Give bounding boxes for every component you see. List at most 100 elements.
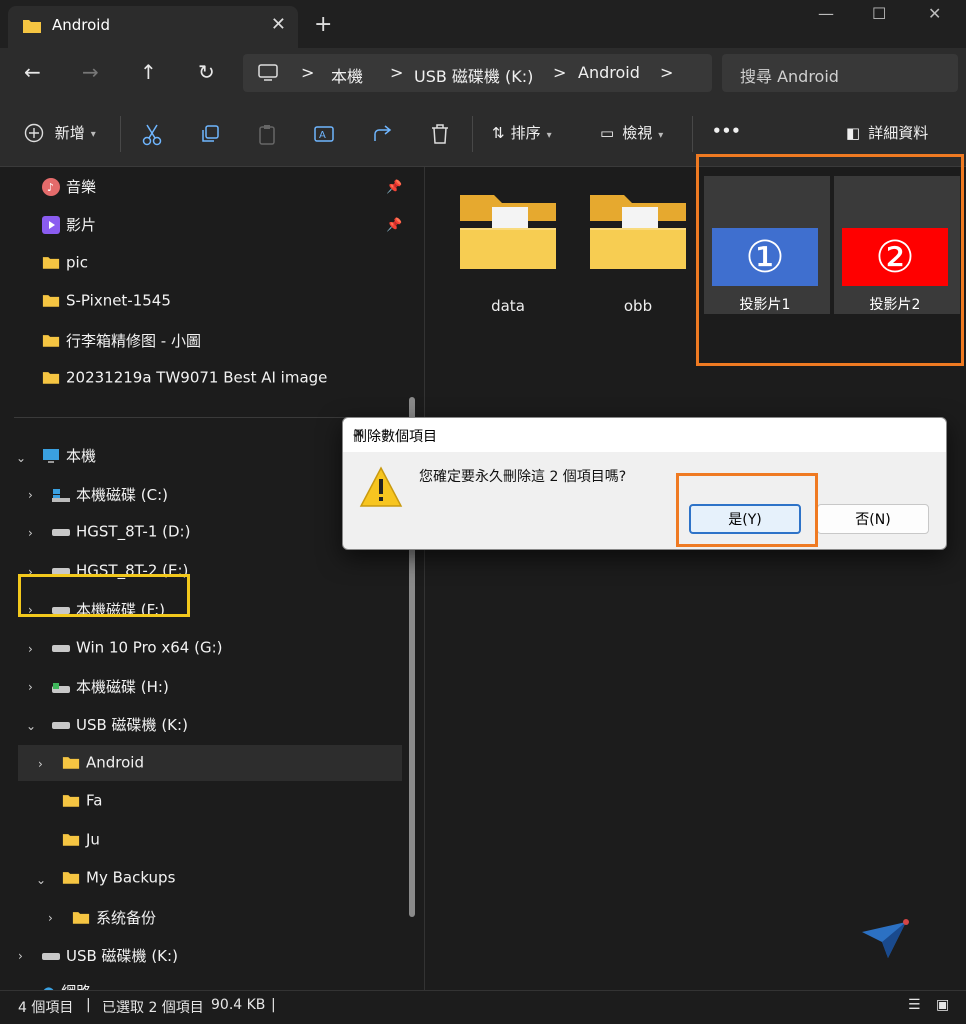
- pin-icon[interactable]: 📌: [386, 218, 402, 233]
- sidebar-item-drive-d[interactable]: HGST_8T-1 (D:): [52, 522, 190, 554]
- sidebar-item-my-backups[interactable]: My Backups: [62, 868, 175, 900]
- breadcrumb-usb[interactable]: USB 磁碟機 (K:): [414, 63, 533, 87]
- drive-icon: [52, 644, 70, 652]
- breadcrumb-android[interactable]: Android: [578, 63, 640, 82]
- sidebar-item-drive-h[interactable]: 本機磁碟 (H:): [52, 676, 169, 708]
- sidebar-item-usb-root[interactable]: USB 磁碟機 (K:): [42, 945, 178, 977]
- selection-size: 90.4 KB: [211, 997, 266, 1013]
- folder-icon: [62, 795, 80, 807]
- maximize-button[interactable]: ☐: [872, 4, 886, 23]
- drive-icon: [42, 952, 60, 960]
- forward-button[interactable]: →: [82, 60, 99, 84]
- details-label: 詳細資料: [868, 124, 929, 142]
- delete-icon[interactable]: [430, 123, 450, 145]
- back-button[interactable]: ←: [24, 60, 41, 84]
- drive-icon: [52, 528, 70, 536]
- sort-icon: ⇅: [492, 124, 505, 142]
- pin-icon[interactable]: 📌: [386, 180, 402, 195]
- dialog-message: 您確定要永久刪除這 2 個項目嗎?: [419, 469, 627, 485]
- chevron-down-icon[interactable]: ⌄: [16, 451, 26, 465]
- status-separator: |: [271, 997, 276, 1013]
- share-icon[interactable]: [372, 124, 394, 144]
- tab-title: Android: [52, 16, 110, 34]
- sidebar-item-videos[interactable]: 影片: [42, 214, 96, 246]
- chevron-right-icon[interactable]: ›: [28, 526, 33, 540]
- folder-item-obb[interactable]: obb: [578, 189, 698, 315]
- paste-icon[interactable]: [258, 124, 276, 146]
- sidebar-item-android[interactable]: Android: [62, 753, 144, 785]
- close-window-button[interactable]: ✕: [928, 4, 941, 23]
- folder-item-data[interactable]: data: [448, 189, 568, 315]
- sidebar-item-ai-image[interactable]: 20231219a TW9071 Best AI image: [42, 368, 327, 400]
- details-view-icon[interactable]: ☰: [908, 997, 921, 1013]
- more-options-button[interactable]: •••: [712, 122, 741, 140]
- breadcrumb-separator: >: [553, 63, 567, 82]
- sidebar-item-luggage[interactable]: 行李箱精修图 - 小圖: [42, 330, 201, 362]
- dialog-title-bar: 刪除數個項目 ✕: [343, 418, 946, 452]
- large-icons-view-icon[interactable]: ▣: [936, 997, 949, 1013]
- details-button[interactable]: ◧ 詳細資料: [846, 122, 928, 143]
- search-input[interactable]: 搜尋 Android: [740, 63, 839, 87]
- drive-icon: [52, 682, 70, 693]
- folder-icon: [72, 912, 90, 924]
- refresh-button[interactable]: ↻: [198, 60, 215, 84]
- status-separator: |: [86, 997, 91, 1013]
- up-button[interactable]: ↑: [140, 60, 157, 84]
- folder-with-document-icon: [590, 195, 686, 269]
- item-count: 4 個項目: [18, 1000, 74, 1016]
- chevron-right-icon[interactable]: ›: [28, 680, 33, 694]
- drive-icon: [52, 721, 70, 729]
- copy-icon[interactable]: [200, 124, 220, 144]
- chevron-right-icon[interactable]: ›: [28, 488, 33, 502]
- close-tab-icon[interactable]: ✕: [271, 14, 286, 35]
- breadcrumb-this-pc[interactable]: 本機: [331, 63, 363, 87]
- folder-icon: [42, 257, 60, 269]
- folder-name: data: [491, 297, 525, 315]
- folder-icon: [42, 335, 60, 347]
- music-icon: ♪: [42, 177, 60, 196]
- sidebar-item-drive-k[interactable]: USB 磁碟機 (K:): [52, 714, 188, 746]
- chevron-right-icon[interactable]: ›: [28, 642, 33, 656]
- sidebar-item-this-pc[interactable]: 本機: [42, 445, 96, 477]
- sidebar-item-drive-c[interactable]: 本機磁碟 (C:): [52, 484, 168, 516]
- rename-icon[interactable]: A: [314, 124, 336, 144]
- sidebar-item-ju[interactable]: Ju: [62, 830, 100, 862]
- no-button[interactable]: 否(N): [817, 504, 929, 534]
- dialog-close-icon[interactable]: ✕: [353, 426, 934, 442]
- chevron-down-icon[interactable]: ⌄: [36, 873, 46, 887]
- cut-icon[interactable]: [142, 124, 162, 146]
- new-button[interactable]: 新增 ▾: [24, 122, 96, 143]
- title-bar: Android ✕ + — ☐ ✕: [0, 0, 966, 48]
- folder-icon: [23, 20, 41, 33]
- sidebar-item-network[interactable]: ●網路: [42, 981, 91, 991]
- sidebar-item-drive-g[interactable]: Win 10 Pro x64 (G:): [52, 638, 222, 670]
- breadcrumb-separator: >: [390, 63, 404, 82]
- sort-button[interactable]: ⇅ 排序 ▾: [492, 122, 552, 143]
- chevron-right-icon[interactable]: ›: [48, 911, 53, 925]
- sidebar-item-system-backup[interactable]: 系统备份: [72, 907, 156, 939]
- folder-icon: [62, 872, 80, 884]
- tab-android[interactable]: Android ✕: [8, 6, 298, 48]
- sidebar-item-fa[interactable]: Fa: [62, 791, 102, 823]
- chevron-down-icon[interactable]: ⌄: [26, 719, 36, 733]
- breadcrumb-separator: >: [660, 63, 674, 82]
- chevron-right-icon[interactable]: ›: [38, 757, 43, 771]
- sidebar-item-s-pixnet[interactable]: S-Pixnet-1545: [42, 291, 171, 323]
- view-icon: ▭: [600, 124, 615, 142]
- sidebar-item-pic[interactable]: pic: [42, 253, 88, 285]
- new-label: 新增: [54, 124, 85, 142]
- new-tab-button[interactable]: +: [314, 12, 332, 37]
- view-button[interactable]: ▭ 檢視 ▾: [600, 122, 663, 143]
- sidebar-item-music[interactable]: ♪ 音樂: [42, 176, 96, 208]
- address-bar[interactable]: > 本機 > USB 磁碟機 (K:) > Android >: [243, 54, 712, 92]
- folder-with-document-icon: [460, 195, 556, 269]
- chevron-right-icon[interactable]: ›: [18, 949, 23, 963]
- minimize-button[interactable]: —: [818, 4, 834, 23]
- folder-name: obb: [623, 297, 653, 315]
- watermark-logo: [862, 919, 909, 958]
- folder-icon: [62, 834, 80, 846]
- warning-icon: [359, 466, 403, 507]
- android-highlight-box: [18, 574, 190, 617]
- status-bar: 4 個項目 | 已選取 2 個項目 90.4 KB | ☰ ▣: [0, 990, 966, 1024]
- search-box[interactable]: 搜尋 Android: [722, 54, 958, 92]
